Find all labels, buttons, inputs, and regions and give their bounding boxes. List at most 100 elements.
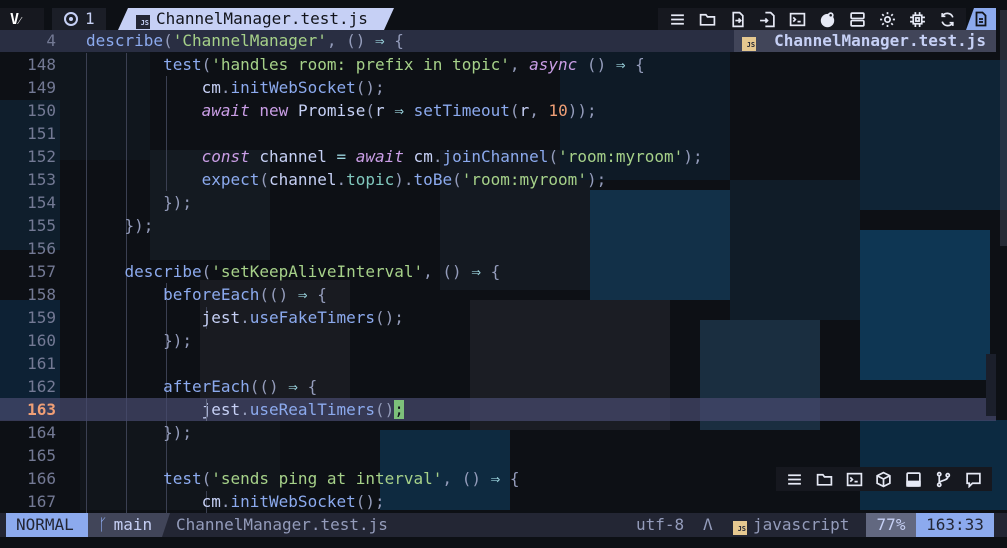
file-text-icon[interactable]: [966, 8, 996, 30]
filetype-segment: JS javascript: [733, 513, 849, 537]
code-text: });: [124, 216, 154, 235]
code-line[interactable]: 152 const channel = await cm.joinChannel…: [0, 145, 996, 168]
code-text: });: [163, 193, 192, 212]
code-line[interactable]: 164 });: [0, 421, 996, 444]
line-number: 162: [27, 377, 56, 396]
line-number: 157: [27, 262, 56, 281]
line-number: 151: [27, 124, 56, 143]
cpu-icon[interactable]: [906, 8, 928, 30]
code-line-current[interactable]: 163 jest.useRealTimers();: [0, 398, 996, 421]
terminal-icon[interactable]: [843, 468, 865, 490]
layers-icon[interactable]: [846, 8, 868, 30]
indent-guide-active: [206, 399, 207, 421]
code-text: describe('setKeepAliveInterval', () ⇒ {: [124, 262, 501, 281]
code-line[interactable]: 159 jest.useFakeTimers();: [0, 306, 996, 329]
tabline: V⁄ 1 JS ChannelManager.test.js: [0, 8, 996, 30]
tab-counter[interactable]: 1: [52, 8, 106, 30]
line-number: 154: [27, 193, 56, 212]
chat-icon[interactable]: [962, 468, 984, 490]
code-line[interactable]: 156: [0, 237, 996, 260]
line-number: 163: [27, 400, 56, 419]
editor-scrollbar[interactable]: [986, 354, 996, 416]
code-text: test('handles room: prefix in topic', as…: [163, 55, 645, 74]
list-icon[interactable]: [666, 8, 688, 30]
terminal-icon[interactable]: [786, 8, 808, 30]
javascript-file-icon: JS: [136, 15, 150, 29]
line-number: 164: [27, 423, 56, 442]
line-number: 148: [27, 55, 56, 74]
code-line[interactable]: 155 });: [0, 214, 996, 237]
box-icon[interactable]: [873, 468, 895, 490]
sticky-code: describe('ChannelManager', () ⇒ {: [86, 31, 404, 50]
code-text: });: [163, 331, 192, 350]
terminal-scrollbar[interactable]: [1000, 10, 1007, 246]
line-number: 150: [27, 101, 56, 120]
code-text: });: [163, 423, 192, 442]
folder-icon[interactable]: [696, 8, 718, 30]
os-icon: Λ: [703, 515, 713, 534]
code-line[interactable]: 157 describe('setKeepAliveInterval', () …: [0, 260, 996, 283]
code-line[interactable]: 154 });: [0, 191, 996, 214]
theme-icon[interactable]: [816, 8, 838, 30]
git-branch-icon[interactable]: [932, 468, 954, 490]
tab-active-file[interactable]: JS ChannelManager.test.js: [118, 8, 394, 30]
line-number: 153: [27, 170, 56, 189]
line-number: 167: [27, 492, 56, 511]
file-encoding: utf-8: [636, 515, 685, 534]
git-branch-segment[interactable]: ᚴ main: [88, 513, 170, 537]
code-text: beforeEach(() ⇒ {: [163, 285, 327, 304]
code-line[interactable]: 148 test('handles room: prefix in topic'…: [0, 53, 996, 76]
javascript-file-icon: JS: [733, 521, 747, 535]
folder-icon[interactable]: [814, 468, 836, 490]
editor-buffer[interactable]: 148 test('handles room: prefix in topic'…: [0, 53, 996, 513]
status-filename: ChannelManager.test.js: [176, 515, 388, 534]
line-number: 149: [27, 78, 56, 97]
line-number: 159: [27, 308, 56, 327]
code-text: jest.useRealTimers();: [201, 400, 404, 419]
cursor-position: 163:33: [916, 513, 994, 537]
code-text: cm.initWebSocket();: [201, 492, 385, 511]
code-line[interactable]: 153 expect(channel.topic).toBe('room:myr…: [0, 168, 996, 191]
sticky-context-line: 4 describe('ChannelManager', () ⇒ { JS Ch…: [0, 30, 996, 52]
winbar: JS ChannelManager.test.js: [734, 30, 996, 52]
code-line[interactable]: 149 cm.initWebSocket();: [0, 76, 996, 99]
code-line[interactable]: 158 beforeEach(() ⇒ {: [0, 283, 996, 306]
code-text: afterEach(() ⇒ {: [163, 377, 318, 396]
winbar-filename: ChannelManager.test.js: [774, 31, 986, 50]
mode-indicator: NORMAL: [6, 513, 88, 537]
line-number: 161: [27, 354, 56, 373]
code-text: await new Promise(r ⇒ setTimeout(r, 10))…: [201, 101, 597, 120]
terminal-bottom-margin: [0, 537, 1007, 548]
javascript-file-icon: JS: [742, 37, 757, 51]
neovim-logo: V⁄: [0, 8, 44, 30]
refresh-icon[interactable]: [936, 8, 958, 30]
code-text: test('sends ping at interval', () ⇒ {: [163, 469, 520, 488]
list-icon[interactable]: [784, 468, 806, 490]
code-line[interactable]: 161: [0, 352, 996, 375]
line-number: 152: [27, 147, 56, 166]
scroll-percent: 77%: [866, 513, 916, 537]
code-line[interactable]: 150 await new Promise(r ⇒ setTimeout(r, …: [0, 99, 996, 122]
code-text: expect(channel.topic).toBe('room:myroom'…: [201, 170, 607, 189]
line-number: 156: [27, 239, 56, 258]
panel-bottom-icon[interactable]: [903, 468, 925, 490]
file-move-icon[interactable]: [726, 8, 748, 30]
tab-circle-icon: [64, 12, 78, 26]
line-number: 165: [27, 446, 56, 465]
line-number: 158: [27, 285, 56, 304]
file-import-icon[interactable]: [756, 8, 778, 30]
code-line[interactable]: 160 });: [0, 329, 996, 352]
line-number: 160: [27, 331, 56, 350]
code-text: cm.initWebSocket();: [201, 78, 385, 97]
code-line[interactable]: 165: [0, 444, 996, 467]
code-text: const channel = await cm.joinChannel('ro…: [201, 147, 703, 166]
code-line[interactable]: 162 afterEach(() ⇒ {: [0, 375, 996, 398]
code-line[interactable]: 151: [0, 122, 996, 145]
bottom-panel-toolbar: [776, 467, 992, 491]
statusline: NORMAL ᚴ main ChannelManager.test.js utf-…: [0, 513, 1007, 537]
sticky-line-number: 4: [46, 31, 56, 50]
code-line[interactable]: 167 cm.initWebSocket();: [0, 490, 996, 513]
code-text: jest.useFakeTimers();: [201, 308, 404, 327]
toolbar: [658, 8, 966, 30]
settings-gear-icon[interactable]: [876, 8, 898, 30]
